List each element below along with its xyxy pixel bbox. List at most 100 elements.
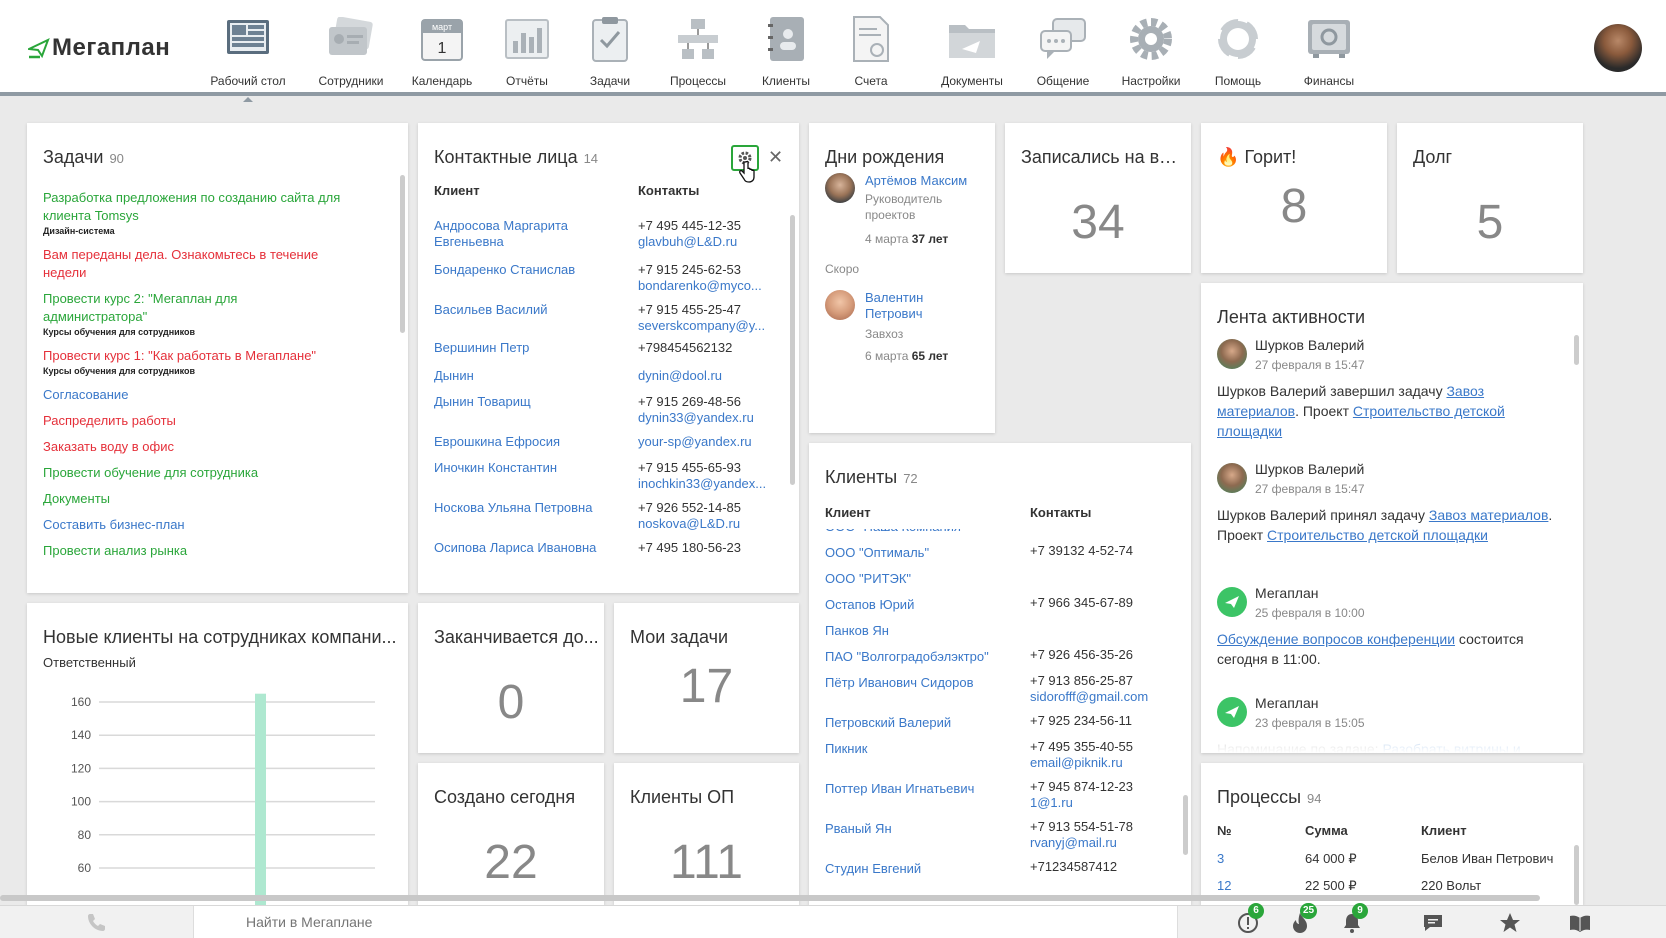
activity-link[interactable]: Обсуждение вопросов конференции — [1217, 631, 1455, 647]
contact-email[interactable]: dynin33@yandex.ru — [638, 410, 754, 426]
contact-phone[interactable]: +7 915 245-62-53 — [638, 262, 741, 278]
birthday-soon-name[interactable]: Валентин Петрович — [865, 290, 975, 322]
task-title[interactable]: Разработка предложения по созданию сайта… — [43, 189, 343, 225]
client-name[interactable]: Пикник — [825, 741, 1025, 757]
client-phone[interactable]: +71234587412 — [1030, 859, 1117, 875]
tasks-scrollbar[interactable] — [400, 175, 405, 333]
task-title[interactable]: Составить бизнес-план — [43, 516, 343, 534]
clients-scrollbar[interactable] — [1183, 795, 1188, 855]
nav-item-finance[interactable]: Финансы — [1284, 14, 1374, 88]
task-title[interactable]: Вам переданы дела. Ознакомьтесь в течени… — [43, 246, 343, 282]
client-name[interactable]: ПАО "Волгоградобэлэктро" — [825, 649, 1025, 665]
nav-item-processes[interactable]: Процессы — [653, 14, 743, 88]
client-name[interactable]: Поттер Иван Игнатьевич — [825, 781, 1025, 797]
contact-name[interactable]: Дынин Товарищ — [434, 394, 614, 410]
horizontal-scrollbar[interactable] — [0, 895, 1540, 901]
contact-name[interactable]: Еврошкина Ефросия — [434, 434, 614, 450]
task-item[interactable]: Провести курс 2: "Мегаплан для администр… — [43, 290, 343, 339]
client-name[interactable]: ООО "Оптималь" — [825, 545, 1025, 561]
nav-item-calendar[interactable]: март 1 Календарь — [397, 14, 487, 88]
nav-item-reports[interactable]: Отчёты — [482, 14, 572, 88]
birthday-soon-avatar[interactable] — [825, 290, 855, 320]
contact-phone[interactable]: +7 915 269-48-56 — [638, 394, 741, 410]
hot-button[interactable]: 25 — [1288, 903, 1318, 935]
search-input[interactable] — [246, 914, 946, 930]
phone-icon[interactable] — [84, 911, 108, 935]
nav-item-help[interactable]: Помощь — [1193, 14, 1283, 88]
star-icon[interactable] — [1498, 911, 1522, 935]
task-title[interactable]: Заказать воду в офис — [43, 438, 343, 456]
clients-op-widget[interactable]: Клиенты ОП 111 — [614, 763, 799, 905]
task-title[interactable]: Провести курс 2: "Мегаплан для администр… — [43, 290, 343, 326]
megaplan-avatar[interactable] — [1217, 697, 1247, 727]
hot-widget[interactable]: 🔥 Горит! 8 — [1201, 123, 1387, 273]
nav-item-tasks[interactable]: Задачи — [565, 14, 655, 88]
task-item[interactable]: Провести анализ рынка — [43, 542, 343, 560]
task-item[interactable]: Разработка предложения по созданию сайта… — [43, 189, 343, 238]
contact-email[interactable]: glavbuh@L&D.ru — [638, 234, 737, 250]
client-phone[interactable]: +7 925 234-56-11 — [1030, 713, 1132, 729]
contact-phone[interactable]: +7 495 445-12-35 — [638, 218, 741, 234]
contact-email[interactable]: dynin@dool.ru — [638, 368, 722, 384]
client-phone[interactable]: +7 945 874-12-23 — [1030, 779, 1133, 795]
contact-name[interactable]: Дынин — [434, 368, 614, 384]
birthday-avatar[interactable] — [825, 173, 855, 203]
contact-name[interactable]: Андросова Маргарита Евгеньевна — [434, 218, 614, 250]
alert-button[interactable]: 6 — [1236, 903, 1264, 935]
ending-widget[interactable]: Заканчивается до... 0 — [418, 603, 604, 753]
messages-icon[interactable] — [1421, 911, 1445, 935]
contact-email[interactable]: your-sp@yandex.ru — [638, 434, 752, 450]
client-phone[interactable]: +7 913 554-51-78 — [1030, 819, 1133, 835]
client-phone[interactable]: +7 966 345-67-89 — [1030, 595, 1133, 611]
contact-phone[interactable]: +7 495 180-56-23 — [638, 540, 741, 556]
process-number[interactable]: 3 — [1217, 851, 1224, 867]
webinar-widget[interactable]: Записались на ве... 34 — [1005, 123, 1191, 273]
processes-scrollbar[interactable] — [1574, 845, 1579, 905]
contact-name[interactable]: Носкова Ульяна Петровна — [434, 500, 614, 516]
activity-link[interactable]: Завоз материалов — [1429, 507, 1549, 523]
task-item[interactable]: Составить бизнес-план — [43, 516, 343, 534]
contacts-scrollbar[interactable] — [790, 215, 795, 485]
contact-name[interactable]: Васильев Василий — [434, 302, 614, 318]
chart-bar[interactable] — [255, 693, 266, 905]
contact-phone[interactable]: +7 926 552-14-85 — [638, 500, 741, 516]
nav-item-clients[interactable]: Клиенты — [741, 14, 831, 88]
client-email[interactable]: sidorofff@gmail.com — [1030, 689, 1148, 705]
client-email[interactable]: 1@1.ru — [1030, 795, 1073, 811]
task-title[interactable]: Провести анализ рынка — [43, 542, 343, 560]
activity-scrollbar[interactable] — [1574, 335, 1579, 365]
contact-email[interactable]: noskova@L&D.ru — [638, 516, 740, 532]
task-title[interactable]: Документы — [43, 490, 343, 508]
client-name[interactable]: ООО "Наша Компания" — [825, 529, 1025, 535]
task-title[interactable]: Согласование — [43, 386, 343, 404]
task-item[interactable]: Согласование — [43, 386, 343, 404]
megaplan-avatar[interactable] — [1217, 587, 1247, 617]
contact-email[interactable]: bondarenko@myco... — [638, 278, 762, 294]
client-name[interactable]: Остапов Юрий — [825, 597, 1025, 613]
notifications-button[interactable]: 9 — [1340, 903, 1368, 935]
client-name[interactable]: ООО "РИТЭК" — [825, 571, 1025, 587]
client-name[interactable]: Петровский Валерий — [825, 715, 1025, 731]
process-number[interactable]: 12 — [1217, 878, 1231, 894]
nav-item-chat[interactable]: Общение — [1018, 14, 1108, 88]
task-title[interactable]: Провести обучение для сотрудника — [43, 464, 343, 482]
nav-item-desktop[interactable]: Рабочий стол — [203, 14, 293, 102]
contact-email[interactable]: severskcompany@y... — [638, 318, 765, 334]
client-name[interactable]: Панков Ян — [825, 623, 1025, 639]
task-title[interactable]: Провести курс 1: "Как работать в Мегапла… — [43, 347, 343, 365]
contact-name[interactable]: Осипова Лариса Ивановна — [434, 540, 614, 556]
contact-name[interactable]: Вершинин Петр — [434, 340, 614, 356]
contact-name[interactable]: Бондаренко Станислав — [434, 262, 614, 278]
search-box[interactable] — [193, 906, 1178, 938]
nav-item-invoices[interactable]: Счета — [826, 14, 916, 88]
contact-name[interactable]: Иночкин Константин — [434, 460, 614, 476]
close-icon[interactable]: ✕ — [768, 147, 783, 168]
contact-phone[interactable]: +7 915 455-65-93 — [638, 460, 741, 476]
debt-widget[interactable]: Долг 5 — [1397, 123, 1583, 273]
task-item[interactable]: Документы — [43, 490, 343, 508]
activity-link[interactable]: Строительство детской площадки — [1267, 527, 1488, 543]
client-email[interactable]: email@piknik.ru — [1030, 755, 1123, 771]
client-name[interactable]: Пётр Иванович Сидоров — [825, 675, 1025, 691]
task-item[interactable]: Вам переданы дела. Ознакомьтесь в течени… — [43, 246, 343, 282]
task-item[interactable]: Заказать воду в офис — [43, 438, 343, 456]
